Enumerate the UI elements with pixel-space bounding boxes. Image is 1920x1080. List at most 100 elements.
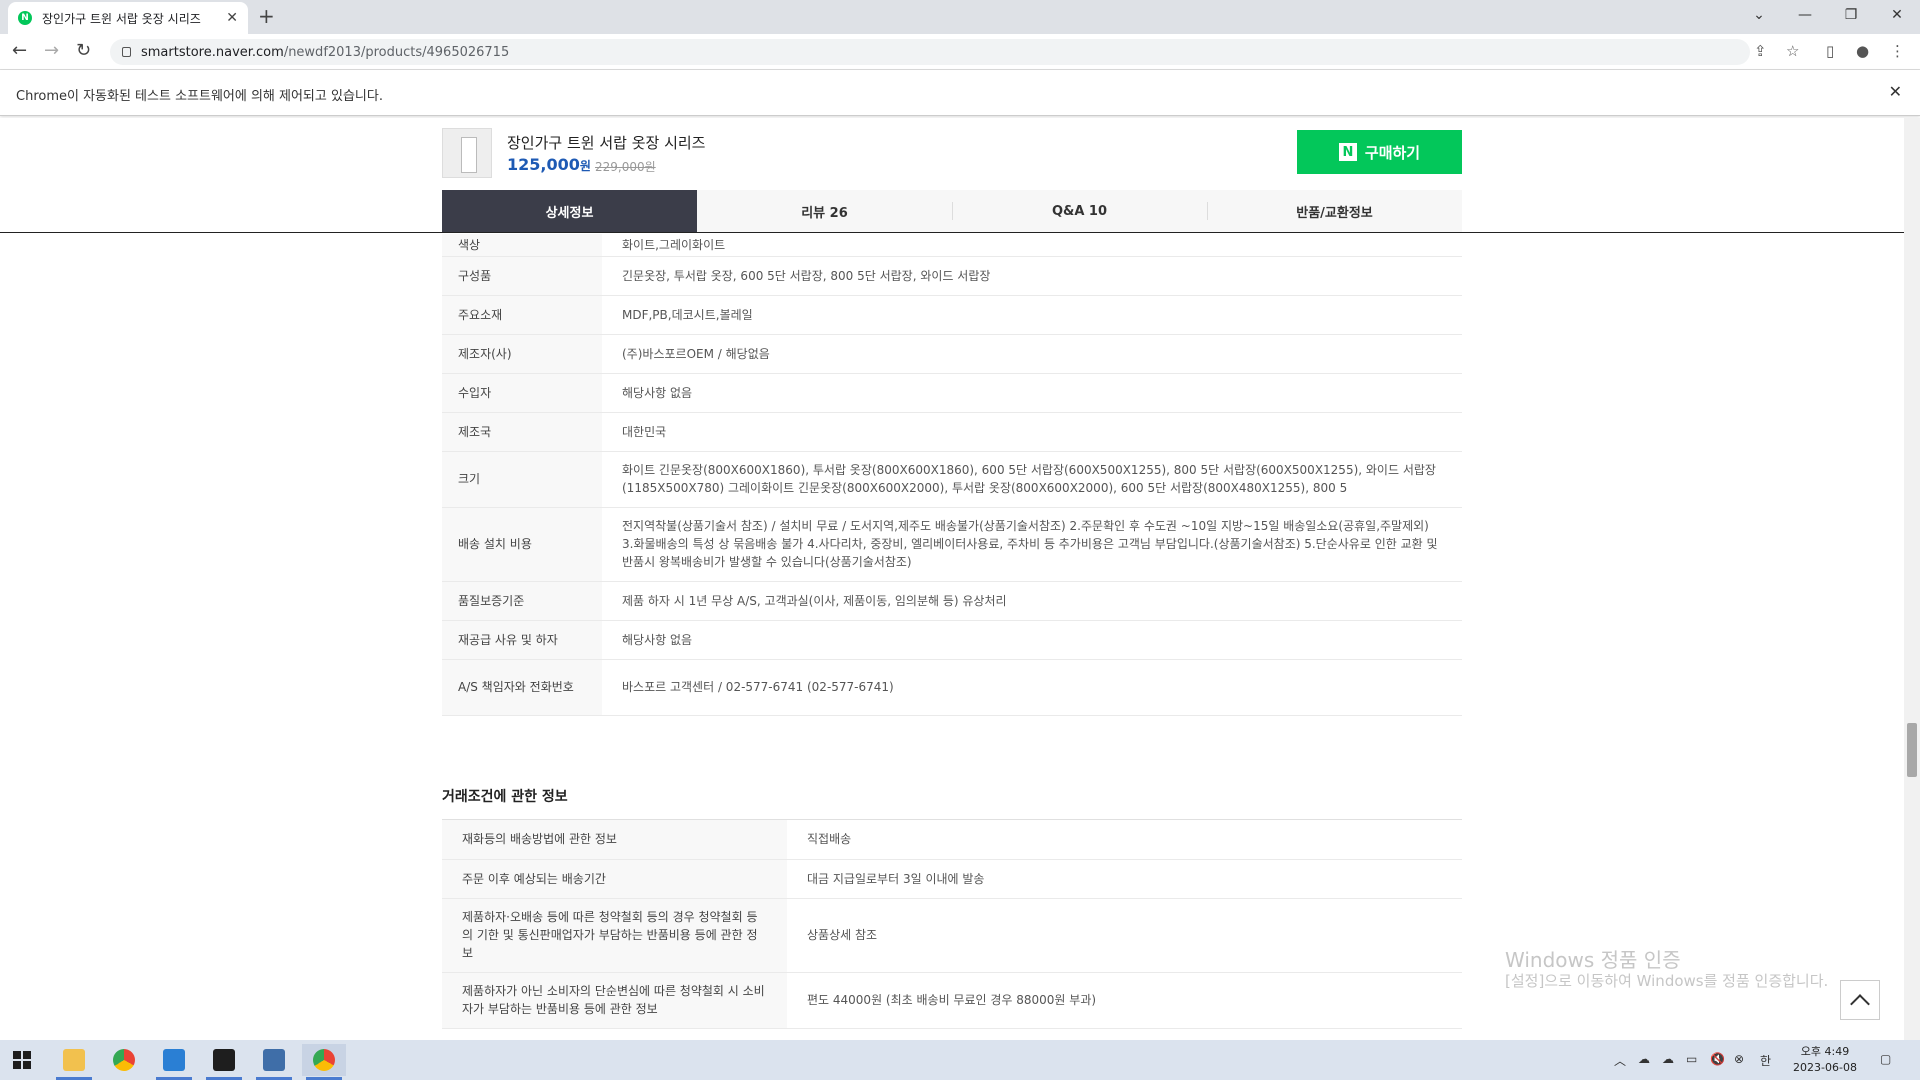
product-name: 장인가구 트윈 서랍 옷장 시리즈 (507, 134, 706, 152)
window-close-icon[interactable]: ✕ (1874, 0, 1920, 30)
vscode-icon (163, 1049, 185, 1071)
back-icon[interactable]: ← (12, 40, 27, 61)
taskbar-clock[interactable]: 오후 4:49 2023-06-08 (1790, 1044, 1860, 1076)
chrome-icon (313, 1049, 335, 1071)
forward-icon[interactable]: → (44, 40, 59, 61)
row-key: 재공급 사유 및 하자 (442, 620, 602, 660)
chevron-up-icon (1850, 993, 1870, 1014)
row-key: 수입자 (442, 373, 602, 413)
row-key: A/S 책임자와 전화번호 (442, 659, 602, 716)
row-key: 품질보증기준 (442, 581, 602, 621)
table-row: 제조국 대한민국 (442, 412, 1462, 452)
share-icon[interactable]: ⇪ (1754, 42, 1767, 60)
tab-title: 장인가구 트윈 서랍 옷장 시리즈 (42, 11, 201, 26)
row-value: 직접배송 (787, 820, 1462, 860)
table-row: 수입자 해당사항 없음 (442, 373, 1462, 413)
lock-icon (122, 47, 131, 57)
tab-detail[interactable]: 상세정보 (442, 190, 697, 232)
tab-search-icon[interactable]: ⌄ (1736, 0, 1782, 30)
row-value: 상품상세 참조 (787, 898, 1462, 973)
ime-indicator[interactable]: 한 (1760, 1052, 1771, 1069)
row-value: 전지역착불(상품기술서 참조) / 설치비 무료 / 도서지역,제주도 배송불가… (602, 507, 1462, 582)
row-value: 해당사항 없음 (602, 373, 1462, 413)
menu-kebab-icon[interactable]: ⋮ (1890, 42, 1905, 60)
page-scrollbar-thumb[interactable] (1907, 723, 1917, 777)
table-row: 주문 이후 예상되는 배송기간 대금 지급일로부터 3일 이내에 발송 (442, 859, 1462, 899)
scroll-to-top-button[interactable] (1840, 980, 1880, 1020)
tab-return-exchange[interactable]: 반품/교환정보 (1207, 190, 1462, 232)
product-price: 125,000원 (507, 155, 591, 174)
tab-reviews[interactable]: 리뷰 26 (697, 190, 952, 232)
detail-tabs: 상세정보 리뷰 26 Q&A 10 반품/교환정보 (442, 190, 1462, 232)
python-app[interactable] (252, 1044, 296, 1080)
minimize-icon[interactable]: — (1782, 0, 1828, 30)
table-row: 품질보증기준 제품 하자 시 1년 무상 A/S, 고객과실(이사, 제품이동, … (442, 581, 1462, 621)
table-row: 크기 화이트 긴문옷장(800X600X1860), 투서랍 옷장(800X600… (442, 451, 1462, 508)
restore-icon[interactable]: ❐ (1828, 0, 1874, 30)
naver-favicon-icon: N (18, 11, 32, 25)
buy-button[interactable]: N 구매하기 (1297, 130, 1462, 174)
windows-taskbar: ︿ ☁ ☁ ▭ 🔇 ⊗ 한 오후 4:49 2023-06-08 ▢ (0, 1040, 1920, 1080)
status-icon[interactable]: ⊗ (1734, 1052, 1744, 1066)
row-key: 제조자(사) (442, 334, 602, 374)
row-value: 대금 지급일로부터 3일 이내에 발송 (787, 859, 1462, 899)
url-text: smartstore.naver.com/newdf2013/products/… (141, 44, 510, 60)
table-row: 배송 설치 비용 전지역착불(상품기술서 참조) / 설치비 무료 / 도서지역,… (442, 507, 1462, 582)
bookmark-star-icon[interactable]: ☆ (1786, 42, 1799, 60)
row-key: 제품하자가 아닌 소비자의 단순변심에 따른 청약철회 시 소비자가 부담하는 … (442, 972, 787, 1029)
automation-infobar: Chrome이 자동화된 테스트 소프트웨어에 의해 제어되고 있습니다. ✕ (0, 70, 1920, 116)
vscode-app[interactable] (152, 1044, 196, 1080)
onedrive-icon[interactable]: ☁ (1638, 1052, 1650, 1066)
windows-logo-icon (13, 1051, 31, 1069)
page-scrollbar[interactable] (1904, 118, 1920, 1040)
row-key: 주문 이후 예상되는 배송기간 (442, 859, 787, 899)
row-value: 해당사항 없음 (602, 620, 1462, 660)
row-value: 긴문옷장, 투서랍 옷장, 600 5단 서랍장, 800 5단 서랍장, 와이… (602, 256, 1462, 296)
table-row: 제품하자가 아닌 소비자의 단순변심에 따른 청약철회 시 소비자가 부담하는 … (442, 972, 1462, 1029)
notification-icon[interactable]: ▢ (1880, 1052, 1891, 1066)
product-thumbnail[interactable] (442, 128, 492, 178)
cloud-sync-icon[interactable]: ☁ (1662, 1052, 1674, 1066)
profile-icon[interactable]: ● (1856, 42, 1869, 60)
row-key: 재화등의 배송방법에 관한 정보 (442, 820, 787, 860)
start-button[interactable] (0, 1044, 44, 1076)
activation-watermark-text: [설정]으로 이동하여 Windows를 정품 인증합니다. (1505, 972, 1829, 990)
url-omnibox[interactable]: smartstore.naver.com/newdf2013/products/… (110, 39, 1750, 65)
table-row: 주요소재 MDF,PB,데코시트,볼레일 (442, 295, 1462, 335)
row-value: 편도 44000원 (최초 배송비 무료인 경우 88000원 부과) (787, 972, 1462, 1029)
table-row: 제조자(사) (주)바스포르OEM / 해당없음 (442, 334, 1462, 374)
chrome-app-active[interactable] (302, 1044, 346, 1080)
naver-pay-logo-icon: N (1338, 143, 1357, 161)
terminal-icon (213, 1049, 235, 1071)
table-row: 색상 화이트,그레이화이트 (442, 234, 1462, 257)
file-explorer-app[interactable] (52, 1044, 96, 1080)
address-bar-row: ← → ↻ smartstore.naver.com/newdf2013/pro… (0, 34, 1920, 70)
table-row: A/S 책임자와 전화번호 바스포르 고객센터 / 02-577-6741 (02… (442, 659, 1462, 716)
chrome-app[interactable] (102, 1044, 146, 1076)
row-value: (주)바스포르OEM / 해당없음 (602, 334, 1462, 374)
row-key: 배송 설치 비용 (442, 507, 602, 582)
tab-close-icon[interactable]: ✕ (226, 10, 238, 26)
network-icon[interactable]: ▭ (1686, 1052, 1697, 1066)
row-value: 바스포르 고객센터 / 02-577-6741 (02-577-6741) (602, 659, 1462, 716)
python-icon (263, 1049, 285, 1071)
row-key: 제조국 (442, 412, 602, 452)
tab-qna[interactable]: Q&A 10 (952, 190, 1207, 232)
clock-date: 2023-06-08 (1793, 1061, 1857, 1074)
infobar-close-icon[interactable]: ✕ (1889, 82, 1902, 101)
row-key: 크기 (442, 451, 602, 508)
volume-muted-icon[interactable]: 🔇 (1710, 1052, 1725, 1066)
browser-tab[interactable]: N 장인가구 트윈 서랍 옷장 시리즈 ✕ (8, 2, 248, 34)
deal-section-title: 거래조건에 관한 정보 (442, 789, 568, 805)
deal-info-table: 재화등의 배송방법에 관한 정보 직접배송 주문 이후 예상되는 배송기간 대금 지… (442, 820, 1462, 1029)
reload-icon[interactable]: ↻ (76, 40, 91, 61)
browser-tab-strip: N 장인가구 트윈 서랍 옷장 시리즈 ✕ + ⌄ — ❐ ✕ (0, 0, 1920, 34)
clock-time: 오후 4:49 (1800, 1045, 1850, 1058)
folder-icon (63, 1049, 85, 1071)
row-value: 제품 하자 시 1년 무상 A/S, 고객과실(이사, 제품이동, 임의분해 등… (602, 581, 1462, 621)
new-tab-icon[interactable]: + (258, 4, 275, 28)
automation-notice: Chrome이 자동화된 테스트 소프트웨어에 의해 제어되고 있습니다. (16, 89, 383, 104)
tray-expand-icon[interactable]: ︿ (1614, 1052, 1626, 1069)
side-panel-icon[interactable]: ▯ (1826, 42, 1834, 60)
terminal-app[interactable] (202, 1044, 246, 1080)
